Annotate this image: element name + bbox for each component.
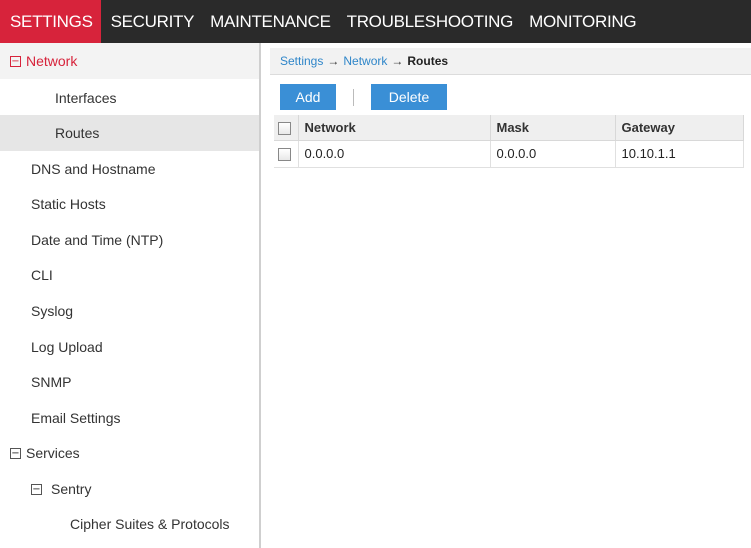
sidebar-item-log-upload[interactable]: Log Upload <box>0 329 261 365</box>
sidebar-item-label: Email Settings <box>31 410 121 426</box>
sidebar-item-cipher-suites[interactable]: Cipher Suites & Protocols <box>0 506 261 542</box>
sidebar-item-label: Date and Time (NTP) <box>31 232 164 248</box>
sidebar-item-label: Static Hosts <box>31 196 106 212</box>
sidebar-item-label: Sentry <box>51 481 92 497</box>
table-header-row: Network Mask Gateway <box>274 115 744 141</box>
sidebar-item-cli[interactable]: CLI <box>0 257 261 293</box>
sidebar-item-email-settings[interactable]: Email Settings <box>0 400 261 436</box>
sidebar-item-label: Services <box>26 445 80 461</box>
column-header-mask[interactable]: Mask <box>490 115 616 141</box>
sidebar-item-label: Syslog <box>31 303 74 319</box>
column-header-gateway[interactable]: Gateway <box>615 115 744 141</box>
cell-mask: 0.0.0.0 <box>490 140 616 168</box>
sidebar-item-static-hosts[interactable]: Static Hosts <box>0 186 261 222</box>
tab-maintenance[interactable]: MAINTENANCE <box>200 0 336 43</box>
toolbar-divider <box>353 89 354 106</box>
select-all-cell <box>274 115 299 141</box>
sidebar-item-services[interactable]: − Services <box>0 435 261 471</box>
tab-troubleshooting[interactable]: TROUBLESHOOTING <box>337 0 519 43</box>
breadcrumb-network[interactable]: Network <box>343 54 387 68</box>
column-header-network[interactable]: Network <box>298 115 491 141</box>
sidebar-item-label: Network <box>26 53 78 69</box>
sidebar-item-dns-hostname[interactable]: DNS and Hostname <box>0 151 261 187</box>
sidebar-item-label: SNMP <box>31 374 72 390</box>
sidebar-item-label: Cipher Suites & Protocols <box>70 516 230 532</box>
sidebar-item-network[interactable]: − Network <box>0 43 261 79</box>
tab-settings[interactable]: SETTINGS <box>0 0 101 43</box>
sidebar-item-label: CLI <box>31 267 53 283</box>
top-nav: SETTINGS SECURITY MAINTENANCE TROUBLESHO… <box>0 0 751 43</box>
sidebar: − Network Interfaces Routes DNS and Host… <box>0 43 261 548</box>
collapse-icon[interactable]: − <box>31 483 42 495</box>
cell-network-link[interactable]: 0.0.0.0 <box>298 140 491 168</box>
select-all-checkbox[interactable] <box>278 121 291 135</box>
sidebar-item-snmp[interactable]: SNMP <box>0 364 261 400</box>
sidebar-item-sentry[interactable]: − Sentry <box>0 471 261 507</box>
cell-gateway: 10.10.1.1 <box>615 140 744 168</box>
sidebar-item-label: Routes <box>55 125 100 141</box>
row-checkbox[interactable] <box>278 148 291 162</box>
collapse-icon[interactable]: − <box>10 55 21 67</box>
add-button[interactable]: Add <box>280 84 336 110</box>
routes-table: Network Mask Gateway 0.0.0.0 0.0.0.0 10.… <box>274 115 744 168</box>
table-row[interactable]: 0.0.0.0 0.0.0.0 10.10.1.1 <box>274 140 744 168</box>
tab-security[interactable]: SECURITY <box>101 0 201 43</box>
sidebar-item-label: DNS and Hostname <box>31 161 156 177</box>
sidebar-item-date-time[interactable]: Date and Time (NTP) <box>0 222 261 258</box>
row-select-cell <box>274 140 299 168</box>
sidebar-scrollbar[interactable] <box>259 43 261 548</box>
breadcrumb-settings[interactable]: Settings <box>280 54 323 68</box>
sidebar-item-syslog[interactable]: Syslog <box>0 293 261 329</box>
sidebar-item-interfaces[interactable]: Interfaces <box>0 80 261 116</box>
tab-monitoring[interactable]: MONITORING <box>519 0 642 43</box>
breadcrumb: Settings → Network → Routes <box>270 48 751 75</box>
breadcrumb-current: Routes <box>407 54 449 68</box>
sidebar-item-routes[interactable]: Routes <box>0 115 261 151</box>
delete-button[interactable]: Delete <box>371 84 447 110</box>
breadcrumb-arrow-icon: → <box>391 54 404 68</box>
main-panel: Settings → Network → Routes Add Delete N… <box>270 43 751 548</box>
sidebar-item-label: Log Upload <box>31 339 103 355</box>
toolbar: Add Delete <box>270 83 751 111</box>
sidebar-item-label: Interfaces <box>55 90 117 106</box>
breadcrumb-arrow-icon: → <box>327 54 340 68</box>
collapse-icon[interactable]: − <box>10 447 21 459</box>
